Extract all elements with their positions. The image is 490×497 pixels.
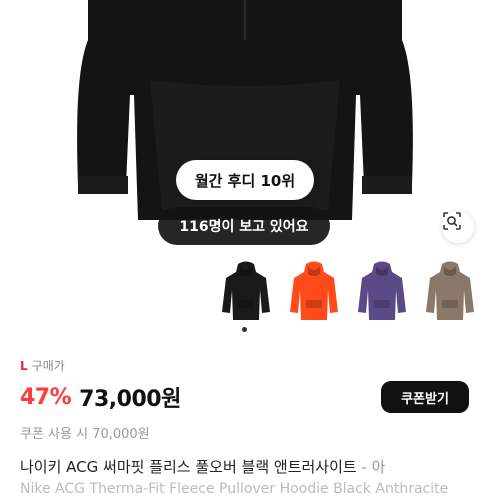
image-search-button[interactable] xyxy=(442,211,474,243)
selected-indicator xyxy=(242,327,247,332)
viewers-badge: 116명이 보고 있어요 xyxy=(158,207,330,245)
color-thumb-taupe[interactable] xyxy=(424,260,476,322)
price-row: 47% 73,000원 xyxy=(20,380,181,414)
color-thumb-black[interactable] xyxy=(220,260,272,322)
product-subtitle: Nike ACG Therma-Fit Fleece Pullover Hood… xyxy=(20,481,449,497)
product-title-line[interactable]: 나이키 ACG 써마핏 플리스 풀오버 블랙 앤트러사이트 - 아 xyxy=(20,456,490,477)
color-thumb-orange[interactable] xyxy=(288,260,340,322)
size-prefix: L xyxy=(20,359,28,373)
lens-icon xyxy=(443,212,461,230)
title-separator: - xyxy=(356,458,372,476)
discount-rate: 47% xyxy=(20,384,72,410)
hoodie-thumb-icon xyxy=(290,261,338,320)
viewers-badge-text: 116명이 보고 있어요 xyxy=(179,219,309,235)
rank-badge-text: 월간 후디 10위 xyxy=(194,171,296,190)
product-title: 나이키 ACG 써마핏 플리스 풀오버 블랙 앤트러사이트 xyxy=(20,458,357,476)
hoodie-thumb-icon xyxy=(358,261,406,320)
sale-price: 73,000원 xyxy=(79,387,181,412)
color-thumb-purple[interactable] xyxy=(356,260,408,322)
hoodie-thumb-icon xyxy=(426,261,474,320)
color-thumbnails xyxy=(220,260,490,330)
hoodie-thumb-icon xyxy=(222,261,270,320)
title-suffix: 아 xyxy=(371,458,386,476)
product-image[interactable]: 월간 후디 10위 116명이 보고 있어요 xyxy=(0,0,490,250)
size-price-label: L 구매가 xyxy=(20,357,65,374)
coupon-button[interactable]: 쿠폰받기 xyxy=(381,381,469,413)
price-label: 구매가 xyxy=(31,359,65,373)
coupon-price: 쿠폰 사용 시 70,000원 xyxy=(20,427,150,442)
rank-badge: 월간 후디 10위 xyxy=(176,160,314,200)
